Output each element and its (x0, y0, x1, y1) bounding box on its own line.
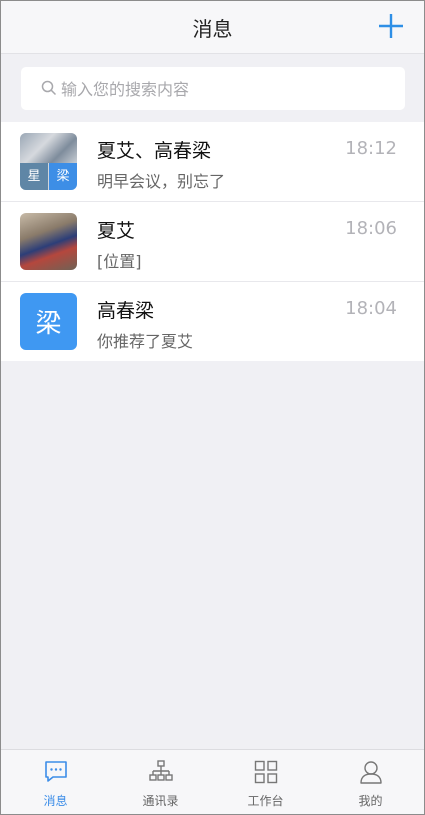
add-icon[interactable] (376, 11, 406, 41)
search-input[interactable] (59, 67, 393, 112)
conversation-time: 18:04 (345, 298, 397, 319)
conversation-time: 18:12 (345, 138, 397, 159)
avatar (20, 213, 77, 270)
tab-contacts[interactable]: 通讯录 (108, 750, 213, 814)
tab-workbench[interactable]: 工作台 (213, 750, 318, 814)
tab-messages[interactable]: 消息 (3, 750, 108, 814)
tab-label: 我的 (358, 794, 383, 808)
org-chart-icon (149, 760, 173, 781)
conversation-preview: 明早会议，别忘了 (97, 172, 226, 191)
conversation-item[interactable]: 夏艾 18:06 [位置] (1, 202, 424, 282)
conversation-list: 星 梁 夏艾、高春梁 18:12 明早会议，别忘了 夏艾 18:06 [位置] … (1, 122, 424, 361)
conversation-preview: [位置] (97, 252, 142, 271)
avatar-photo (20, 133, 77, 163)
search-icon (41, 80, 57, 96)
top-nav-bar: 消息 (1, 1, 424, 54)
bottom-tab-bar: 消息 通讯录 工作台 我的 (1, 749, 424, 814)
person-icon (360, 761, 382, 784)
avatar-letter: 梁 (35, 309, 62, 339)
avatar: 梁 (20, 293, 77, 350)
grid-icon (254, 760, 278, 784)
tab-label: 通讯录 (142, 794, 179, 808)
page-title: 消息 (192, 17, 233, 41)
conversation-name: 高春梁 (97, 300, 155, 322)
search-area (1, 54, 424, 122)
conversation-name: 夏艾、高春梁 (97, 140, 212, 162)
conversation-name: 夏艾 (97, 220, 136, 242)
tab-label: 工作台 (247, 794, 284, 808)
avatar-cell: 星 (20, 163, 48, 190)
chat-icon (45, 761, 67, 782)
tab-me[interactable]: 我的 (318, 750, 423, 814)
search-box[interactable] (21, 67, 405, 112)
conversation-item[interactable]: 梁 高春梁 18:04 你推荐了夏艾 (1, 282, 424, 361)
group-avatar: 星 梁 (20, 133, 77, 190)
conversation-item[interactable]: 星 梁 夏艾、高春梁 18:12 明早会议，别忘了 (1, 122, 424, 202)
conversation-preview: 你推荐了夏艾 (97, 332, 194, 351)
avatar-cell: 梁 (49, 163, 77, 190)
conversation-time: 18:06 (345, 218, 397, 239)
tab-label: 消息 (43, 794, 68, 808)
